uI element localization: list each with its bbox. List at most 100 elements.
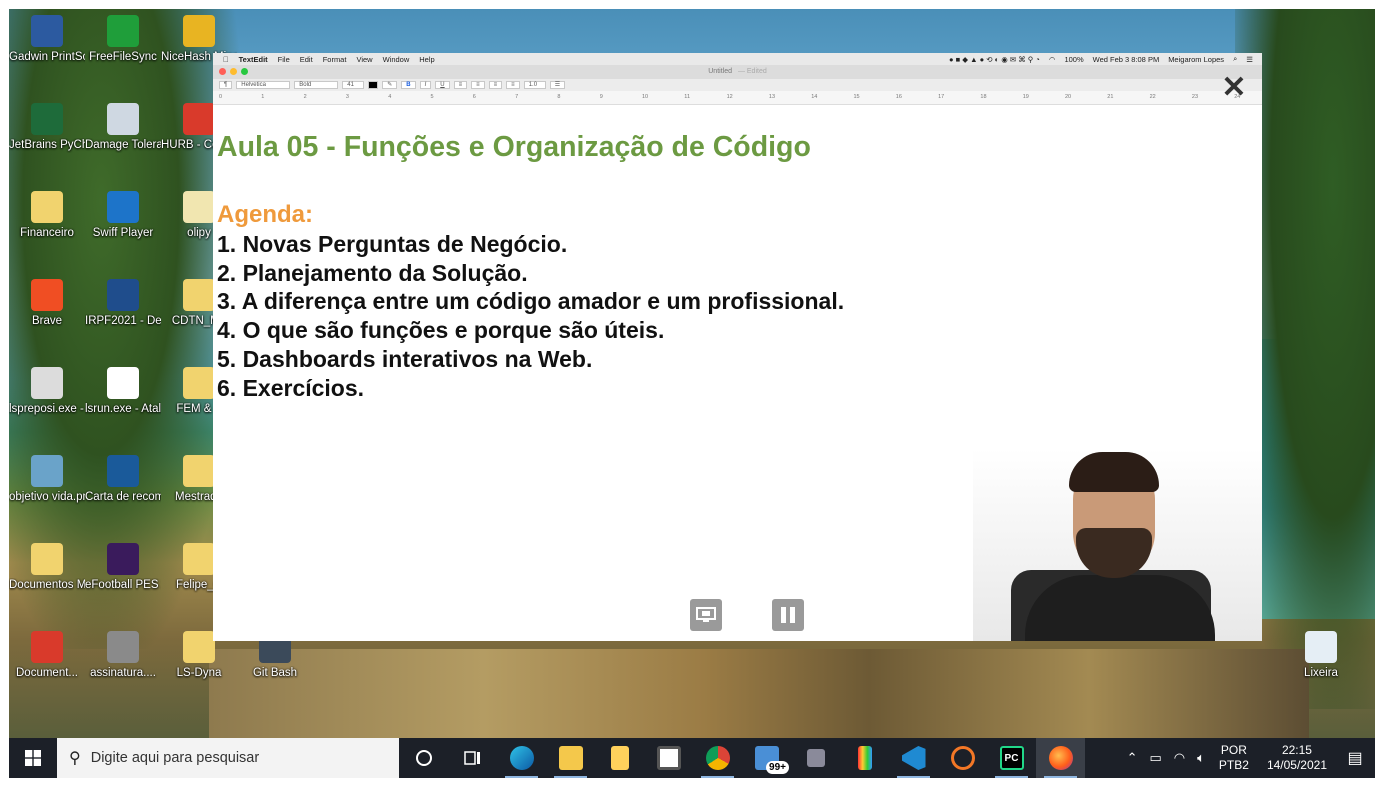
desktop-icon[interactable]: eFootball PES 2020: [85, 543, 161, 593]
volume-icon[interactable]: 🔈︎: [1197, 750, 1205, 766]
ruler-tick: 10: [642, 94, 649, 100]
notification-center-icon[interactable]: ▤: [1335, 748, 1375, 768]
desktop-icon[interactable]: Carta de recomend...: [85, 455, 161, 505]
justify-button[interactable]: ≡: [506, 81, 520, 89]
menu-textedit[interactable]: TextEdit: [239, 55, 268, 64]
menu-view[interactable]: View: [356, 55, 372, 64]
ruler-tick: 18: [980, 94, 987, 100]
desktop-icon[interactable]: Documentos Manu: [9, 543, 85, 593]
battery-icon[interactable]: ▭: [1149, 750, 1161, 766]
desktop-icon[interactable]: lspreposi.exe - Atalho: [9, 367, 85, 417]
menu-window[interactable]: Window: [383, 55, 410, 64]
minimize-window-button[interactable]: [230, 68, 237, 75]
store-icon[interactable]: [644, 738, 693, 778]
folder-icon: [183, 543, 215, 575]
menu-edit[interactable]: Edit: [300, 55, 313, 64]
list-select[interactable]: ☰: [549, 81, 566, 89]
colorful-app-icon[interactable]: [840, 738, 889, 778]
desktop-icon[interactable]: lsrun.exe - Atalho: [85, 367, 161, 417]
close-viewer-button[interactable]: ✕: [1220, 73, 1248, 103]
paragraph-style-select[interactable]: ¶: [219, 81, 233, 89]
desktop-icon[interactable]: Gadwin PrintScre...: [9, 15, 85, 65]
wallpaper-rocks: [209, 649, 1309, 744]
agenda-item: 2. Planejamento da Solução.: [217, 259, 528, 286]
lang-top: POR: [1220, 743, 1247, 757]
jupyter-icon[interactable]: [938, 738, 987, 778]
menu-file[interactable]: File: [278, 55, 290, 64]
desktop-icon[interactable]: Brave: [9, 279, 85, 329]
ruler-tick: 12: [726, 94, 733, 100]
ruler-tick: 0: [219, 94, 223, 100]
desktop-icon[interactable]: Lixeira: [1283, 631, 1359, 681]
pycharm-icon[interactable]: PC: [987, 738, 1036, 778]
mail-icon[interactable]: 99+: [742, 738, 791, 778]
wifi-icon[interactable]: ◠: [1174, 750, 1185, 766]
folder-icon: [183, 631, 215, 663]
firefox-icon[interactable]: [1036, 738, 1085, 778]
mac-user[interactable]: Meigarom Lopes: [1168, 55, 1224, 64]
cortana-button[interactable]: [399, 738, 448, 778]
desktop-icon[interactable]: IRPF2021 - Declaração...: [85, 279, 161, 329]
desktop-icon[interactable]: Swiff Player: [85, 191, 161, 241]
line-spacing-select[interactable]: 1.0: [523, 81, 546, 89]
edge-icon[interactable]: [497, 738, 546, 778]
highlight-color-swatch[interactable]: ✎: [382, 81, 398, 89]
desktop-icon-label: Brave: [31, 315, 63, 327]
search-placeholder: Digite aqui para pesquisar: [90, 750, 260, 766]
desktop-icon[interactable]: Document...: [9, 631, 85, 681]
desktop-icon[interactable]: objetivo vida.png: [9, 455, 85, 505]
menu-format[interactable]: Format: [323, 55, 347, 64]
ruler-tick: 8: [557, 94, 561, 100]
desktop-icon-label: Documentos Manu: [9, 579, 85, 591]
power-automate-icon[interactable]: [595, 738, 644, 778]
font-style-select[interactable]: Bold: [294, 81, 339, 89]
task-view-button[interactable]: [448, 738, 497, 778]
desktop-icon[interactable]: Financeiro: [9, 191, 85, 241]
presenter-body: [1025, 575, 1215, 641]
desktop-icon[interactable]: assinatura....: [85, 631, 161, 681]
PC-icon: [31, 103, 63, 135]
desktop-icon-label: Git Bash: [252, 667, 298, 679]
font-size-select[interactable]: 41: [342, 81, 365, 89]
input-language[interactable]: POR PTB2: [1219, 743, 1249, 773]
file-explorer-icon[interactable]: [546, 738, 595, 778]
folder-icon: [183, 279, 215, 311]
text-color-swatch[interactable]: [368, 81, 379, 89]
bold-button[interactable]: B: [401, 81, 416, 89]
pause-icon[interactable]: [772, 599, 804, 631]
control-center-icon[interactable]: ☰: [1246, 55, 1253, 64]
document-content: Aula 05 - Funções e Organização de Códig…: [217, 131, 844, 402]
chrome-icon[interactable]: [693, 738, 742, 778]
ruler-tick: 20: [1065, 94, 1072, 100]
status-icons: ● ■ ◆ ▲ ● ⟲ ◐ ◉ ✉ ⌘ ⚲ ◔: [949, 54, 1040, 64]
apple-icon[interactable]: : [223, 55, 229, 64]
spotlight-icon[interactable]: ⌕: [1233, 54, 1237, 64]
textedit-titlebar: Untitled — Edited: [213, 65, 1262, 79]
format-toolbar: ¶ Helvetica Bold 41 ✎ B I U ≡ ≡ ≡ ≡ 1.0 …: [213, 79, 1262, 91]
underline-button[interactable]: U: [435, 81, 450, 89]
taskbar-clock[interactable]: 22:15 14/05/2021: [1267, 743, 1327, 773]
sign-icon: [107, 631, 139, 663]
italic-button[interactable]: I: [419, 81, 432, 89]
ruler-tick: 6: [472, 94, 476, 100]
vscode-icon[interactable]: [889, 738, 938, 778]
desktop-icon-label: Damage Tolerant D...: [85, 139, 161, 151]
desktop-icon-label: JetBrains PyCharm ...: [9, 139, 85, 151]
start-button[interactable]: [9, 738, 57, 778]
align-left-button[interactable]: ≡: [453, 81, 468, 89]
taskbar-search-input[interactable]: ⚲ Digite aqui para pesquisar: [57, 738, 399, 778]
chevron-up-icon[interactable]: ⌃: [1127, 750, 1138, 766]
align-center-button[interactable]: ≡: [471, 81, 485, 89]
font-family-select[interactable]: Helvetica: [236, 81, 291, 89]
screen-share-icon[interactable]: [690, 599, 722, 631]
zoom-window-button[interactable]: [241, 68, 248, 75]
desktop-icon[interactable]: FreeFileSync: [85, 15, 161, 65]
desktop-icon[interactable]: JetBrains PyCharm ...: [9, 103, 85, 153]
close-window-button[interactable]: [219, 68, 226, 75]
bin-icon: [1305, 631, 1337, 663]
desktop-icon[interactable]: Damage Tolerant D...: [85, 103, 161, 153]
wifi-icon[interactable]: ◠: [1049, 55, 1056, 64]
app-grid-icon[interactable]: [791, 738, 840, 778]
align-right-button[interactable]: ≡: [488, 81, 503, 89]
menu-help[interactable]: Help: [419, 55, 434, 64]
